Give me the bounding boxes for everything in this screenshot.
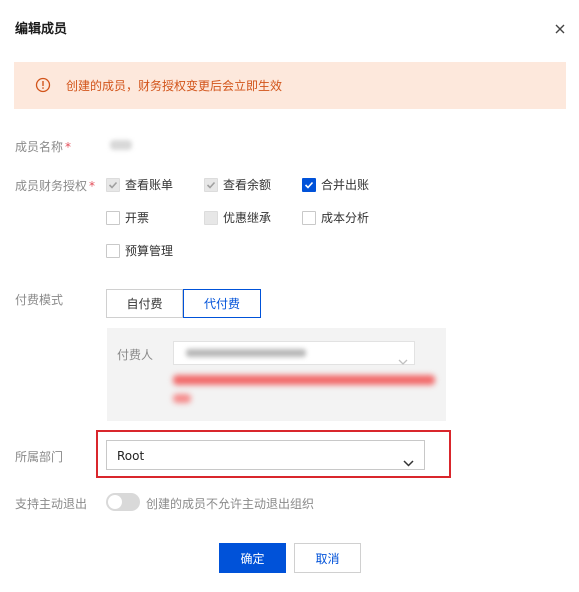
checkbox-box [302,210,316,225]
exit-label: 支持主动退出 [15,497,88,511]
confirm-button[interactable]: 确定 [219,543,286,573]
member-name-label-text: 成员名称 [15,140,64,154]
pay-mode-label: 付费模式 [15,293,64,307]
pay-mode-segmented: 自付费 代付费 [106,289,261,318]
exit-hint: 创建的成员不允许主动退出组织 [146,497,315,511]
edit-member-dialog: 编辑成员 创建的成员，财务授权变更后会立即生效 成员名称 * 成员财务授权 * 查看… [0,0,579,592]
payer-select[interactable] [173,341,415,365]
checkbox-box [204,177,218,192]
department-label: 所属部门 [15,450,64,464]
exit-toggle[interactable] [106,493,140,511]
permissions-label-text: 成员财务授权 [15,179,88,193]
payer-value [186,349,306,357]
department-select[interactable]: Root [106,440,425,470]
warning-circle-icon [35,77,51,93]
pay-mode-self[interactable]: 自付费 [106,289,183,318]
checkbox-box [204,210,218,225]
member-name-value [110,140,132,150]
checkbox-box [106,210,120,225]
cancel-button[interactable]: 取消 [294,543,361,573]
toggle-knob [108,495,122,509]
checkbox-label: 查看余额 [223,178,272,192]
checkbox-label: 成本分析 [321,211,370,225]
checkbox-box [302,177,316,192]
checkbox-cost-analysis[interactable]: 成本分析 [302,209,369,226]
info-alert: 创建的成员，财务授权变更后会立即生效 [14,62,566,109]
dialog-title: 编辑成员 [15,22,68,37]
checkbox-label: 优惠继承 [223,211,272,225]
checkbox-discount-inherit[interactable]: 优惠继承 [204,209,271,226]
department-value: Root [117,449,145,463]
permissions-label: 成员财务授权 * [15,177,95,194]
alert-text: 创建的成员，财务授权变更后会立即生效 [66,79,283,93]
checkbox-view-bill[interactable]: 查看账单 [106,176,173,193]
checkbox-label: 查看账单 [125,178,174,192]
close-icon[interactable] [553,21,567,35]
payer-error-text [173,375,435,385]
member-name-label: 成员名称 * [15,138,71,155]
required-mark: * [65,140,72,154]
chevron-down-icon [398,350,408,369]
pay-mode-proxy[interactable]: 代付费 [183,289,261,318]
required-mark: * [89,179,96,193]
chevron-down-icon [403,452,414,471]
checkbox-box [106,243,120,258]
payer-label: 付费人 [117,348,154,362]
payer-error-text-cont [173,394,191,403]
checkbox-merge-billing[interactable]: 合并出账 [302,176,369,193]
checkbox-label: 预算管理 [125,244,174,258]
checkbox-invoice[interactable]: 开票 [106,209,149,226]
checkbox-box [106,177,120,192]
checkbox-label: 合并出账 [321,178,370,192]
payer-panel: 付费人 [107,328,446,421]
checkbox-budget-management[interactable]: 预算管理 [106,242,173,259]
checkbox-view-balance[interactable]: 查看余额 [204,176,271,193]
checkbox-label: 开票 [125,211,150,225]
